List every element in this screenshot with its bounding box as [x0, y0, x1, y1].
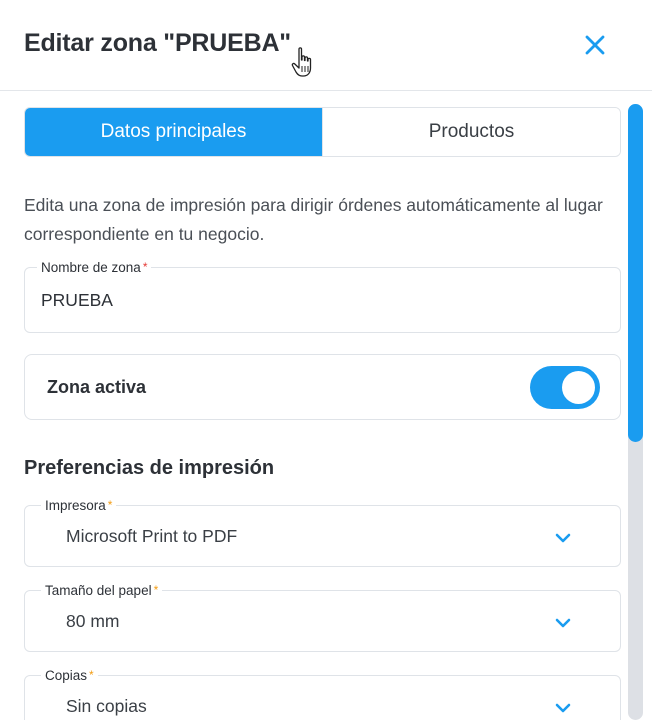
paper-size-select[interactable]: Tamaño del papel * 80 mm: [24, 583, 621, 652]
tab-productos[interactable]: Productos: [322, 108, 620, 156]
chevron-down-icon[interactable]: [554, 702, 572, 714]
hand-pointer-icon: [291, 47, 312, 77]
copies-value: Sin copias: [66, 696, 147, 716]
paper-size-value: 80 mm: [66, 611, 120, 631]
chevron-down-icon[interactable]: [554, 617, 572, 629]
modal-title: Editar zona "PRUEBA": [24, 29, 291, 57]
copies-label: Copias *: [41, 668, 98, 683]
zone-name-input[interactable]: PRUEBA: [41, 290, 113, 311]
required-mark: *: [153, 583, 159, 597]
modal-body: Datos principales Productos Edita una zo…: [0, 92, 652, 720]
printer-value: Microsoft Print to PDF: [66, 526, 238, 546]
print-preferences-title: Preferencias de impresión: [24, 457, 275, 479]
printer-select[interactable]: Impresora * Microsoft Print to PDF: [24, 498, 621, 567]
required-mark: *: [107, 498, 113, 512]
copies-select[interactable]: Copias * Sin copias: [24, 668, 621, 720]
tab-datos-principales[interactable]: Datos principales: [25, 108, 322, 156]
tab-bar: Datos principales Productos: [24, 107, 621, 157]
scrollbar-track[interactable]: [628, 104, 643, 720]
paper-size-label: Tamaño del papel *: [41, 583, 163, 598]
active-zone-card: Zona activa: [24, 354, 621, 420]
active-zone-label: Zona activa: [47, 377, 147, 397]
printer-label: Impresora *: [41, 498, 117, 513]
modal-header: Editar zona "PRUEBA": [0, 0, 652, 91]
toggle-knob: [562, 371, 595, 404]
required-mark: *: [142, 260, 148, 274]
description-text: Edita una zona de impresión para dirigir…: [24, 195, 603, 244]
chevron-down-icon[interactable]: [554, 532, 572, 544]
required-mark: *: [89, 668, 94, 682]
scrollbar-thumb[interactable]: [628, 104, 643, 442]
zone-name-label: Nombre de zona *: [37, 260, 152, 275]
active-zone-toggle[interactable]: [530, 366, 600, 409]
close-icon[interactable]: [580, 30, 610, 60]
zone-name-field[interactable]: Nombre de zona * PRUEBA: [24, 260, 621, 333]
